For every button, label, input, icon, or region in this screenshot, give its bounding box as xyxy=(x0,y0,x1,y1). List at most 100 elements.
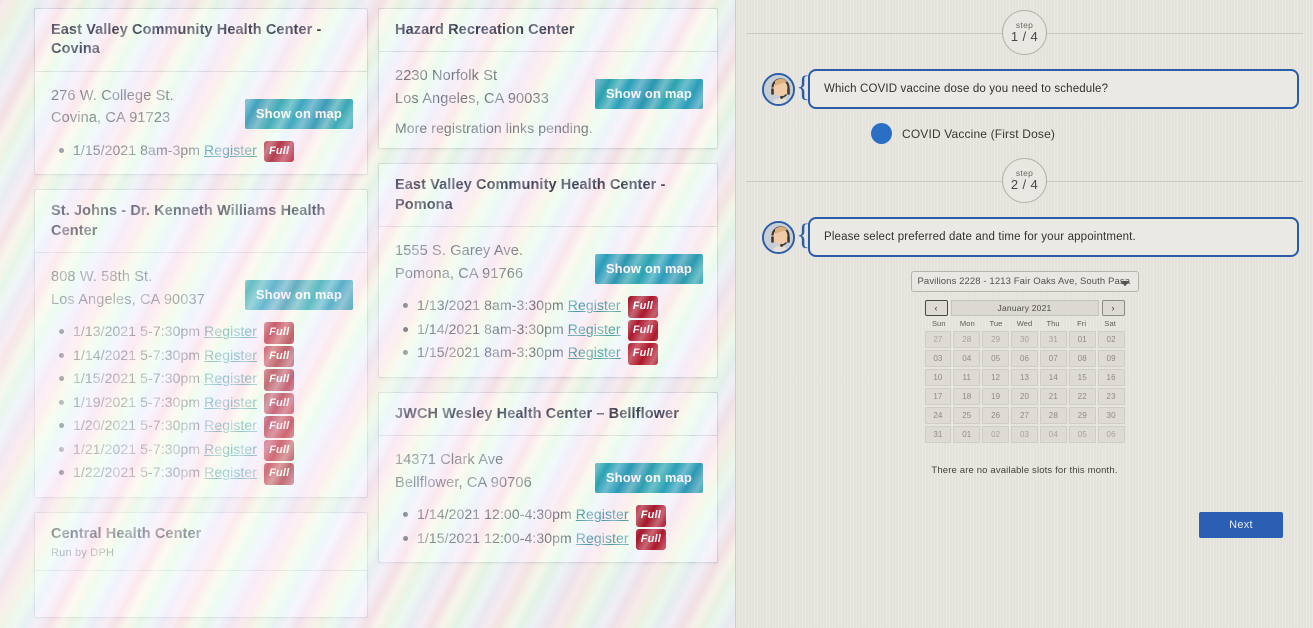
calendar-day-cell[interactable]: 06 xyxy=(1097,426,1125,443)
calendar-day-cell[interactable]: 01 xyxy=(953,426,981,443)
calendar-day-cell[interactable]: 05 xyxy=(982,350,1010,367)
calendar-prev-month-button[interactable]: ‹ xyxy=(924,300,948,316)
vaccine-dose-option-label: COVID Vaccine (First Dose) xyxy=(902,126,1056,141)
register-link[interactable]: Register xyxy=(204,417,257,433)
calendar-day-cell[interactable]: 11 xyxy=(953,369,981,386)
calendar-day-cell[interactable]: 23 xyxy=(1097,388,1125,405)
calendar-day-cell[interactable]: 28 xyxy=(953,331,981,348)
site-address-line-1: 14371 Clark Ave xyxy=(395,452,504,469)
register-link[interactable]: Register xyxy=(204,394,257,410)
calendar-next-month-button[interactable]: › xyxy=(1101,300,1125,316)
calendar-day-cell[interactable]: 14 xyxy=(1039,369,1067,386)
calendar-day-cell[interactable]: 29 xyxy=(982,331,1010,348)
show-on-map-button[interactable]: Show on map xyxy=(594,79,703,110)
show-on-map-button[interactable]: Show on map xyxy=(244,98,353,129)
appointment-slot-list: 1/15/2021 8am-3pm Register Full xyxy=(51,139,353,163)
full-status-badge: Full xyxy=(264,463,295,485)
radio-selected-icon[interactable] xyxy=(871,123,892,144)
calendar-day-cell[interactable]: 30 xyxy=(1097,407,1125,424)
step-1-question: Which COVID vaccine dose do you need to … xyxy=(808,69,1299,109)
register-link[interactable]: Register xyxy=(576,506,629,522)
calendar-day-cell[interactable]: 20 xyxy=(1011,388,1038,405)
calendar-day-cell[interactable]: 22 xyxy=(1068,388,1096,405)
bubble-tail-icon-2: { xyxy=(796,218,811,251)
calendar-day-cell[interactable]: 02 xyxy=(982,426,1010,443)
show-on-map-button[interactable]: Show on map xyxy=(594,254,703,285)
calendar-day-cell[interactable]: 05 xyxy=(1068,426,1096,443)
register-link[interactable]: Register xyxy=(204,370,257,386)
calendar-day-cell[interactable]: 15 xyxy=(1068,369,1096,386)
site-address-line-2: Los Angeles, CA 90037 xyxy=(51,291,205,308)
calendar-day-cell[interactable]: 16 xyxy=(1097,369,1125,386)
show-on-map-button[interactable]: Show on map xyxy=(244,280,353,311)
calendar-day-cell[interactable]: 30 xyxy=(1011,331,1038,348)
slot-datetime: 1/20/2021 5-7:30pm xyxy=(73,417,201,434)
register-link[interactable]: Register xyxy=(204,464,257,480)
location-select[interactable]: Pavilions 2228 - 1213 Fair Oaks Ave, Sou… xyxy=(910,271,1139,292)
register-link[interactable]: Register xyxy=(576,530,629,546)
site-address-line-1: 2230 Norfolk St xyxy=(395,68,498,85)
full-status-badge: Full xyxy=(635,528,667,551)
register-link[interactable]: Register xyxy=(204,142,257,158)
site-address: 2230 Norfolk St Los Angeles, CA 90033 xyxy=(395,65,549,110)
register-link[interactable]: Register xyxy=(204,323,257,339)
slot-datetime: 1/15/2021 8am-3:30pm xyxy=(417,344,564,361)
calendar-day-cell[interactable]: 25 xyxy=(953,407,981,424)
slot-datetime: 1/14/2021 8am-3:30pm xyxy=(417,320,564,337)
calendar-day-cell[interactable]: 21 xyxy=(1039,388,1067,405)
calendar-day-cell[interactable]: 08 xyxy=(1068,350,1096,367)
calendar-day-cell[interactable]: 31 xyxy=(924,426,952,443)
slot-datetime: 1/22/2021 5-7:30pm xyxy=(73,464,201,481)
register-link[interactable]: Register xyxy=(568,297,621,313)
calendar-day-cell[interactable]: 09 xyxy=(1097,350,1125,367)
site-subtitle: Run by DPH xyxy=(51,547,115,560)
vaccine-dose-option[interactable]: COVID Vaccine (First Dose) xyxy=(871,123,1313,144)
calendar-day-cell[interactable]: 03 xyxy=(1011,426,1038,443)
calendar-weekday: Thu xyxy=(1046,319,1060,328)
calendar-day-cell[interactable]: 19 xyxy=(982,388,1010,405)
calendar-weekday: Mon xyxy=(959,319,975,328)
calendar-day-cell[interactable]: 26 xyxy=(982,407,1010,424)
register-link[interactable]: Register xyxy=(568,321,621,337)
calendar-day-cell[interactable]: 12 xyxy=(982,369,1010,386)
calendar-day-cell[interactable]: 06 xyxy=(1011,350,1038,367)
site-address-line-2: Bellflower, CA 90706 xyxy=(395,474,532,491)
calendar-weekday-header: Sun Mon Tue Wed Thu Fri Sat xyxy=(925,319,1125,328)
calendar-day-cell[interactable]: 04 xyxy=(953,350,981,367)
calendar-day-cell[interactable]: 27 xyxy=(1011,407,1038,424)
calendar-day-cell[interactable]: 27 xyxy=(924,331,952,348)
show-on-map-button[interactable]: Show on map xyxy=(594,463,703,494)
appointment-slot: 1/15/2021 12:00-4:30pm Register Full xyxy=(403,527,703,551)
appointment-slot-list: 1/14/2021 12:00-4:30pm Register Full 1/15… xyxy=(395,503,703,551)
calendar-day-cell[interactable]: 28 xyxy=(1039,407,1067,424)
site-address-row: 2230 Norfolk St Los Angeles, CA 90033 Show… xyxy=(395,65,703,110)
register-link[interactable]: Register xyxy=(204,347,257,363)
calendar-day-cell[interactable]: 17 xyxy=(924,388,952,405)
register-link[interactable]: Register xyxy=(568,344,621,360)
site-card-header: Hazard Recreation Center xyxy=(379,9,717,53)
calendar-day-cell[interactable]: 24 xyxy=(924,407,952,424)
step-1-number: 1 / 4 xyxy=(1010,29,1039,45)
slot-datetime: 1/21/2021 5-7:30pm xyxy=(73,440,201,457)
step-1-badge: step 1 / 4 xyxy=(1002,10,1047,55)
calendar-day-cell[interactable]: 04 xyxy=(1039,426,1067,443)
register-link[interactable]: Register xyxy=(204,441,257,457)
full-status-badge: Full xyxy=(264,345,295,368)
site-address-row: 276 W. College St. Covina, CA 91723 Show o… xyxy=(51,85,353,130)
site-address-line-2: Pomona, CA 91766 xyxy=(395,265,524,282)
calendar-day-cell[interactable]: 18 xyxy=(953,388,981,405)
next-button[interactable]: Next xyxy=(1199,512,1283,538)
step-2-question: Please select preferred date and time fo… xyxy=(808,217,1299,257)
calendar-day-cell[interactable]: 07 xyxy=(1039,350,1067,367)
calendar-day-cell[interactable]: 03 xyxy=(924,350,952,367)
site-card-body: 14371 Clark Ave Bellflower, CA 90706 Show … xyxy=(379,436,717,562)
site-address-line-1: 276 W. College St. xyxy=(51,87,174,104)
calendar-day-cell[interactable]: 10 xyxy=(924,369,952,386)
calendar-day-cell[interactable]: 01 xyxy=(1068,331,1096,348)
calendar-day-cell[interactable]: 02 xyxy=(1097,331,1125,348)
calendar-day-cell[interactable]: 29 xyxy=(1068,407,1096,424)
calendar-day-cell[interactable]: 31 xyxy=(1039,331,1067,348)
slot-datetime: 1/14/2021 5-7:30pm xyxy=(73,346,201,363)
slot-datetime: 1/19/2021 5-7:30pm xyxy=(73,393,201,410)
calendar-day-cell[interactable]: 13 xyxy=(1011,369,1038,386)
